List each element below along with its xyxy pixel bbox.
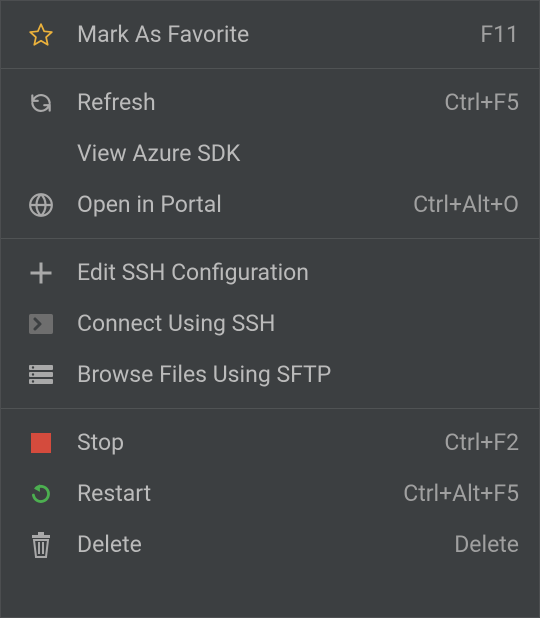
server-icon bbox=[25, 359, 57, 391]
menu-shortcut: Delete bbox=[454, 531, 519, 558]
menu-label: Refresh bbox=[77, 89, 434, 116]
menu-label: View Azure SDK bbox=[77, 140, 509, 167]
menu-shortcut: Ctrl+Alt+F5 bbox=[403, 480, 519, 507]
menu-item-connect-ssh[interactable]: Connect Using SSH bbox=[1, 298, 539, 349]
star-outline-icon bbox=[25, 19, 57, 51]
menu-item-restart[interactable]: Restart Ctrl+Alt+F5 bbox=[1, 468, 539, 519]
menu-label: Delete bbox=[77, 531, 444, 558]
menu-item-mark-as-favorite[interactable]: Mark As Favorite F11 bbox=[1, 9, 539, 60]
menu-item-open-in-portal[interactable]: Open in Portal Ctrl+Alt+O bbox=[1, 179, 539, 230]
menu-item-edit-ssh-config[interactable]: Edit SSH Configuration bbox=[1, 247, 539, 298]
menu-item-delete[interactable]: Delete Delete bbox=[1, 519, 539, 570]
plus-icon bbox=[25, 257, 57, 289]
menu-shortcut: Ctrl+Alt+O bbox=[413, 191, 519, 218]
menu-item-refresh[interactable]: Refresh Ctrl+F5 bbox=[1, 77, 539, 128]
context-menu: Mark As Favorite F11 Refresh Ctrl+F5 Vie… bbox=[1, 1, 539, 578]
menu-item-stop[interactable]: Stop Ctrl+F2 bbox=[1, 417, 539, 468]
menu-shortcut: Ctrl+F5 bbox=[444, 89, 519, 116]
menu-label: Connect Using SSH bbox=[77, 310, 509, 337]
menu-separator bbox=[1, 238, 539, 239]
blank-icon bbox=[25, 138, 57, 170]
menu-separator bbox=[1, 408, 539, 409]
menu-separator bbox=[1, 68, 539, 69]
refresh-icon bbox=[25, 87, 57, 119]
stop-icon bbox=[25, 427, 57, 459]
menu-label: Mark As Favorite bbox=[77, 21, 470, 48]
menu-label: Open in Portal bbox=[77, 191, 403, 218]
menu-item-view-azure-sdk[interactable]: View Azure SDK bbox=[1, 128, 539, 179]
trash-icon bbox=[25, 529, 57, 561]
terminal-icon bbox=[25, 308, 57, 340]
menu-item-browse-sftp[interactable]: Browse Files Using SFTP bbox=[1, 349, 539, 400]
menu-label: Browse Files Using SFTP bbox=[77, 361, 509, 388]
restart-icon bbox=[25, 478, 57, 510]
menu-shortcut: Ctrl+F2 bbox=[444, 429, 519, 456]
menu-label: Stop bbox=[77, 429, 434, 456]
menu-label: Restart bbox=[77, 480, 393, 507]
menu-label: Edit SSH Configuration bbox=[77, 259, 509, 286]
globe-icon bbox=[25, 189, 57, 221]
menu-shortcut: F11 bbox=[480, 21, 519, 48]
